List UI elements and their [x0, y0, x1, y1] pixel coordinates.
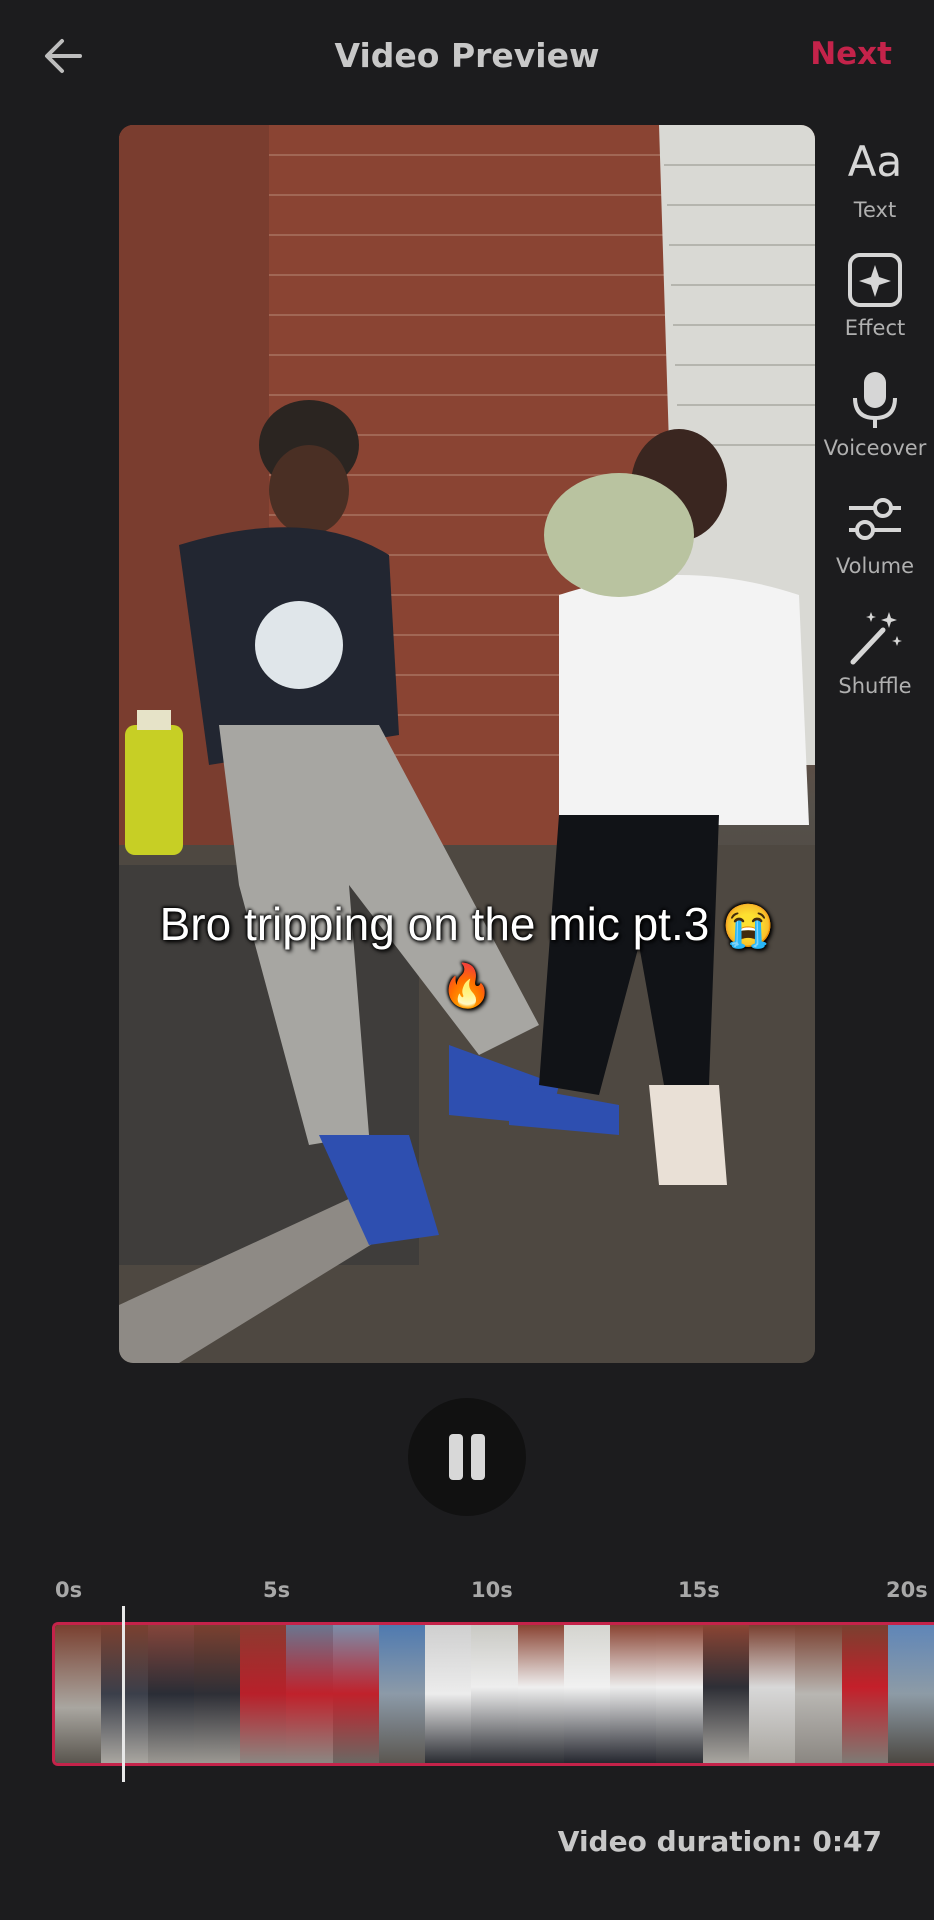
microphone-icon [853, 372, 897, 428]
timeline-frame [795, 1625, 842, 1763]
timeline-frame [887, 1625, 934, 1763]
tick-0s: 0s [55, 1578, 83, 1602]
tool-shuffle[interactable]: Shuffle [820, 608, 930, 698]
timeline-frame [378, 1625, 426, 1763]
timeline-frame [425, 1625, 472, 1763]
timeline-frame [286, 1625, 333, 1763]
timeline-frame [240, 1625, 287, 1763]
timeline-frame [332, 1625, 379, 1763]
timeline-frame [563, 1625, 611, 1763]
text-aa-icon: Aa [848, 137, 902, 186]
timeline-frame [55, 1625, 102, 1763]
timeline-frame [656, 1625, 703, 1763]
fire-emoji: 🔥 [440, 962, 494, 1009]
timeline-frame [610, 1625, 657, 1763]
timeline-ruler: 0s 5s 10s 15s 20s [0, 1578, 934, 1608]
effect-sparkle-icon [848, 253, 902, 307]
video-preview[interactable]: Bro tripping on the mic pt.3 😭 🔥 [119, 125, 815, 1363]
pause-button[interactable] [408, 1398, 526, 1516]
video-duration: Video duration: 0:47 [557, 1825, 882, 1858]
sliders-icon [849, 498, 901, 540]
video-caption: Bro tripping on the mic pt.3 😭 🔥 [119, 895, 815, 1015]
timeline-frame [193, 1625, 241, 1763]
tool-effect-label: Effect [844, 316, 906, 340]
top-bar: Video Preview Next [0, 0, 934, 115]
tool-shuffle-label: Shuffle [838, 674, 912, 698]
pause-icon-bar-2 [471, 1434, 485, 1480]
timeline-frame [471, 1625, 518, 1763]
tick-5s: 5s [263, 1578, 291, 1602]
tick-20s: 20s [886, 1578, 928, 1602]
timeline-frame [702, 1625, 749, 1763]
tool-volume-label: Volume [835, 554, 915, 578]
tool-voiceover-label: Voiceover [823, 436, 927, 460]
tick-10s: 10s [471, 1578, 513, 1602]
tool-text[interactable]: Aa Text [820, 132, 930, 222]
tick-15s: 15s [678, 1578, 720, 1602]
tool-effect[interactable]: Effect [820, 250, 930, 340]
svg-text:Aa: Aa [848, 137, 902, 186]
timeline-frame [841, 1625, 888, 1763]
tool-volume[interactable]: Volume [820, 488, 930, 578]
timeline-frame [748, 1625, 796, 1763]
timeline-playhead[interactable] [122, 1606, 125, 1782]
tool-text-label: Text [853, 198, 897, 222]
timeline-frames [55, 1625, 934, 1763]
page-title: Video Preview [334, 36, 600, 75]
timeline-frame [147, 1625, 194, 1763]
timeline-strip[interactable] [52, 1622, 934, 1766]
magic-wand-icon [850, 612, 902, 665]
tool-voiceover[interactable]: Voiceover [820, 370, 930, 460]
video-frame-image [119, 125, 815, 1363]
crying-face-emoji: 😭 [722, 902, 775, 949]
next-button[interactable]: Next [810, 36, 892, 72]
caption-text: Bro tripping on the mic pt.3 [159, 898, 710, 950]
pause-icon [449, 1434, 463, 1480]
timeline-frame [517, 1625, 564, 1763]
